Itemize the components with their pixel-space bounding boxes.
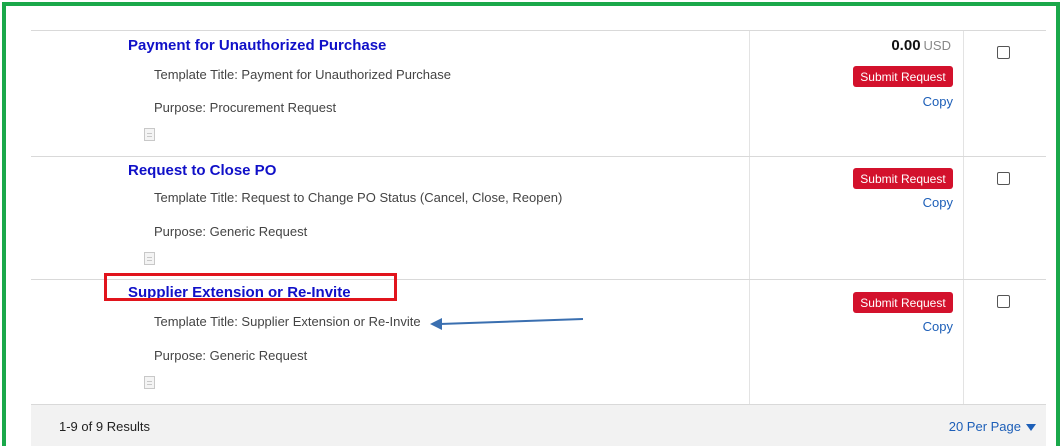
per-page-dropdown[interactable]: 20 Per Page [949, 419, 1036, 434]
purpose-text: Purpose: Procurement Request [154, 100, 337, 115]
template-title-text: Template Title: Supplier Extension or Re… [154, 314, 421, 329]
column-divider [749, 31, 750, 156]
template-title-text: Template Title: Payment for Unauthorized… [154, 67, 451, 82]
row-select-checkbox[interactable] [997, 172, 1010, 185]
document-icon[interactable] [144, 128, 155, 141]
purpose-text: Purpose: Generic Request [154, 348, 308, 363]
caret-down-icon [1026, 424, 1036, 432]
table-row: Payment for Unauthorized Purchase Templa… [31, 30, 1046, 156]
column-divider [963, 157, 964, 279]
copy-link[interactable]: Copy [923, 195, 953, 210]
copy-link[interactable]: Copy [923, 94, 953, 109]
purpose-text: Purpose: Generic Request [154, 224, 308, 239]
column-divider [749, 157, 750, 279]
amount-value: 0.00 USD [891, 37, 951, 54]
document-icon[interactable] [144, 252, 155, 265]
request-template-table: Payment for Unauthorized Purchase Templa… [31, 30, 1046, 446]
submit-request-button[interactable]: Submit Request [853, 168, 953, 189]
page-frame: Payment for Unauthorized Purchase Templa… [2, 2, 1060, 446]
submit-request-button[interactable]: Submit Request [853, 292, 953, 313]
template-title-link[interactable]: Payment for Unauthorized Purchase [128, 37, 386, 54]
template-title-text: Template Title: Request to Change PO Sta… [154, 190, 563, 205]
row-select-checkbox[interactable] [997, 46, 1010, 59]
amount-number: 0.00 [891, 37, 921, 54]
submit-request-button[interactable]: Submit Request [853, 66, 953, 87]
row-select-checkbox[interactable] [997, 295, 1010, 308]
copy-link[interactable]: Copy [923, 319, 953, 334]
currency-label: USD [923, 38, 951, 53]
table-row: Supplier Extension or Re-Invite Template… [31, 279, 1046, 404]
template-title-link[interactable]: Request to Close PO [128, 162, 276, 179]
column-divider [749, 280, 750, 404]
results-count: 1-9 of 9 Results [59, 419, 151, 434]
column-divider [963, 280, 964, 404]
results-footer: 1-9 of 9 Results 20 Per Page [31, 404, 1046, 446]
per-page-label: 20 Per Page [948, 419, 1021, 434]
document-icon[interactable] [144, 376, 155, 389]
template-title-link[interactable]: Supplier Extension or Re-Invite [128, 284, 351, 301]
table-row: Request to Close PO Template Title: Requ… [31, 156, 1046, 279]
column-divider [963, 31, 964, 156]
